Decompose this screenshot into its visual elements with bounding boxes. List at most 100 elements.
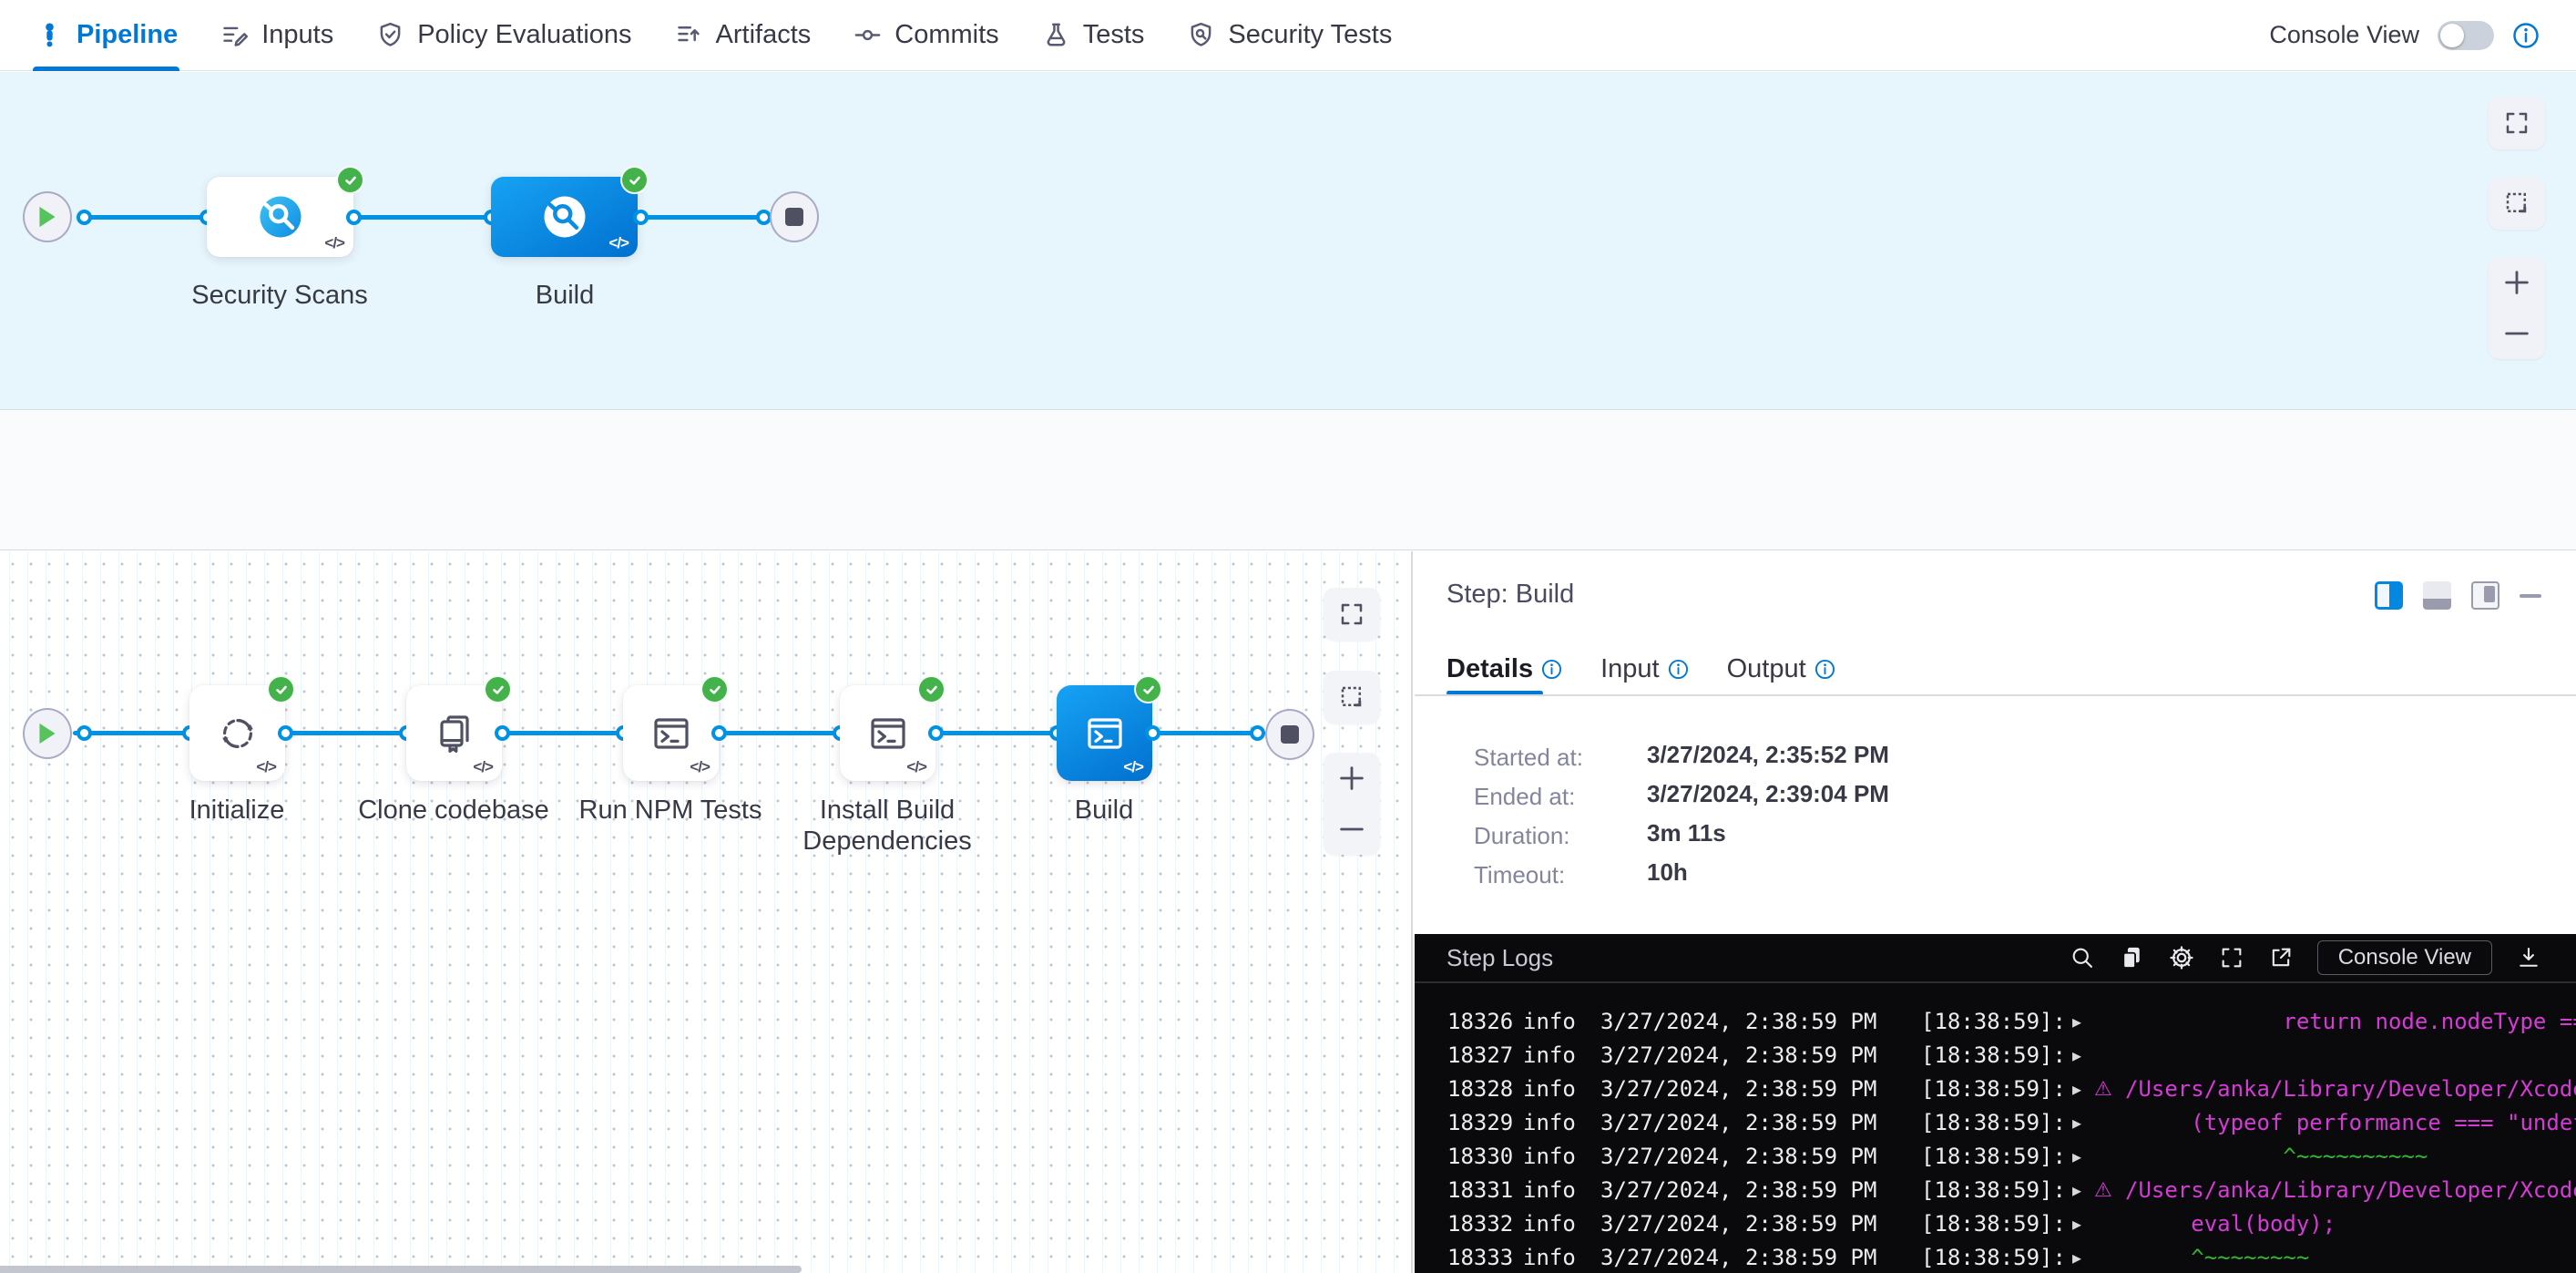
- check-icon: [627, 172, 643, 189]
- tab-output[interactable]: Output: [1727, 654, 1835, 684]
- log-level: info: [1523, 1005, 1600, 1039]
- log-line: 18331 info 3/27/2024, 2:38:59 PM [18:38:…: [1415, 1174, 2576, 1207]
- zoom-out-button[interactable]: [2489, 308, 2545, 359]
- log-line: 18328 info 3/27/2024, 2:38:59 PM [18:38:…: [1415, 1073, 2576, 1106]
- success-badge: [267, 675, 295, 703]
- layout-split-right-icon[interactable]: [2375, 581, 2403, 610]
- log-time: [18:38:59]:: [1921, 1005, 2072, 1039]
- top-nav: Pipeline Inputs Policy Evaluations: [0, 0, 2576, 71]
- search-icon[interactable]: [2070, 945, 2095, 970]
- log-line-number: 18327: [1447, 1039, 1523, 1073]
- info-icon: [1668, 659, 1689, 680]
- tab-details[interactable]: Details: [1446, 654, 1562, 684]
- detail-value: 10h: [1647, 858, 1688, 887]
- tab-security-tests[interactable]: Security Tests: [1186, 0, 1392, 71]
- step-card-install-build-dependencies[interactable]: </>: [840, 685, 935, 781]
- stage-graph-canvas[interactable]: </> </> Security Scans Build: [0, 72, 2576, 410]
- console-view-toggle[interactable]: [2438, 21, 2494, 50]
- stage-card-build[interactable]: </>: [491, 177, 638, 257]
- connector-line: [935, 731, 1057, 735]
- stop-icon: [785, 208, 803, 226]
- code-glyph: </>: [906, 758, 926, 776]
- step-canvas-fullscreen-button[interactable]: [1324, 588, 1380, 641]
- warning-icon: [2094, 1106, 2125, 1140]
- nav-right: Console View: [2269, 21, 2576, 50]
- step-card-initialize[interactable]: </>: [189, 685, 285, 781]
- stage-canvas-zoom-controls: [2489, 257, 2545, 359]
- log-date: 3/27/2024, 2:38:59 PM: [1600, 1241, 1921, 1273]
- step-card-clone-codebase[interactable]: </>: [406, 685, 502, 781]
- zoom-out-button[interactable]: [1324, 804, 1380, 855]
- info-icon[interactable]: [2512, 22, 2540, 49]
- expand-caret-icon[interactable]: ▸: [2072, 1106, 2094, 1140]
- tab-input[interactable]: Input: [1600, 654, 1689, 684]
- minus-icon: [2501, 318, 2532, 349]
- log-lines: 18326 info 3/27/2024, 2:38:59 PM [18:38:…: [1415, 985, 2576, 1273]
- layout-drawer-icon[interactable]: [2471, 581, 2499, 610]
- security-scan-stage-icon: [256, 192, 305, 241]
- nav-tab-label: Security Tests: [1228, 20, 1392, 50]
- detail-label: Duration:: [1474, 822, 1570, 850]
- plus-icon: [2501, 267, 2532, 298]
- open-in-new-icon[interactable]: [2268, 945, 2294, 970]
- selection-box-icon: [2503, 190, 2530, 217]
- tab-artifacts[interactable]: Artifacts: [674, 0, 812, 71]
- console-view-label: Console View: [2269, 21, 2419, 49]
- tab-tests[interactable]: Tests: [1041, 0, 1145, 71]
- initialize-refresh-icon: [216, 712, 260, 755]
- step-graph-canvas[interactable]: </> </>: [0, 551, 1413, 1273]
- tab-inputs[interactable]: Inputs: [220, 0, 333, 71]
- log-line-number: 18331: [1447, 1174, 1523, 1207]
- console-view-button[interactable]: Console View: [2317, 940, 2492, 975]
- copy-icon[interactable]: [2119, 945, 2144, 970]
- log-date: 3/27/2024, 2:38:59 PM: [1600, 1005, 1921, 1039]
- connector-line: [285, 731, 406, 735]
- pipeline-start-node[interactable]: [23, 191, 72, 242]
- zoom-in-button[interactable]: [2489, 257, 2545, 308]
- detail-value: 3m 11s: [1647, 819, 1726, 847]
- fullscreen-icon[interactable]: [2219, 945, 2244, 970]
- check-icon: [924, 682, 940, 698]
- log-line-number: 18330: [1447, 1140, 1523, 1174]
- step-panel-tabs: Details Input Output: [1446, 654, 1835, 684]
- step-canvas-select-button[interactable]: [1324, 671, 1380, 724]
- fullscreen-icon: [2503, 109, 2530, 137]
- check-icon: [1140, 682, 1157, 698]
- step-end-node[interactable]: [1265, 709, 1314, 760]
- tab-pipeline[interactable]: Pipeline: [35, 0, 178, 71]
- nav-tab-label: Policy Evaluations: [417, 20, 631, 50]
- settings-gear-icon[interactable]: [2168, 944, 2195, 971]
- stage-canvas-fullscreen-button[interactable]: [2489, 97, 2545, 149]
- nav-tabs: Pipeline Inputs Policy Evaluations: [0, 0, 1392, 71]
- expand-caret-icon[interactable]: ▸: [2072, 1241, 2094, 1273]
- connector-line: [1152, 731, 1265, 735]
- step-card-run-npm-tests[interactable]: </>: [623, 685, 719, 781]
- detail-label: Started at:: [1474, 744, 1583, 772]
- tab-policy-evaluations[interactable]: Policy Evaluations: [375, 0, 631, 71]
- expand-caret-icon[interactable]: ▸: [2072, 1207, 2094, 1241]
- download-icon[interactable]: [2516, 945, 2541, 970]
- step-start-node[interactable]: [23, 708, 72, 759]
- log-level: info: [1523, 1073, 1600, 1106]
- zoom-in-button[interactable]: [1324, 753, 1380, 804]
- pipeline-end-node[interactable]: [770, 191, 819, 242]
- tab-commits[interactable]: Commits: [853, 0, 998, 71]
- connector-dot: [1250, 725, 1265, 741]
- terminal-icon: [866, 712, 910, 755]
- expand-caret-icon[interactable]: ▸: [2072, 1039, 2094, 1073]
- nav-tab-label: Pipeline: [77, 20, 178, 50]
- stage-canvas-select-button[interactable]: [2489, 177, 2545, 230]
- expand-caret-icon[interactable]: ▸: [2072, 1174, 2094, 1207]
- log-level: info: [1523, 1207, 1600, 1241]
- step-card-build[interactable]: </>: [1057, 685, 1152, 781]
- success-badge: [700, 675, 729, 703]
- expand-caret-icon[interactable]: ▸: [2072, 1005, 2094, 1039]
- horizontal-scrollbar[interactable]: [0, 1266, 802, 1273]
- expand-caret-icon[interactable]: ▸: [2072, 1140, 2094, 1174]
- fullscreen-icon: [1338, 601, 1365, 628]
- layout-split-bottom-icon[interactable]: [2423, 581, 2451, 610]
- minimize-panel-icon[interactable]: [2520, 594, 2541, 598]
- warning-icon: [2094, 1005, 2125, 1039]
- expand-caret-icon[interactable]: ▸: [2072, 1073, 2094, 1106]
- stage-card-security-scans[interactable]: </>: [207, 177, 353, 257]
